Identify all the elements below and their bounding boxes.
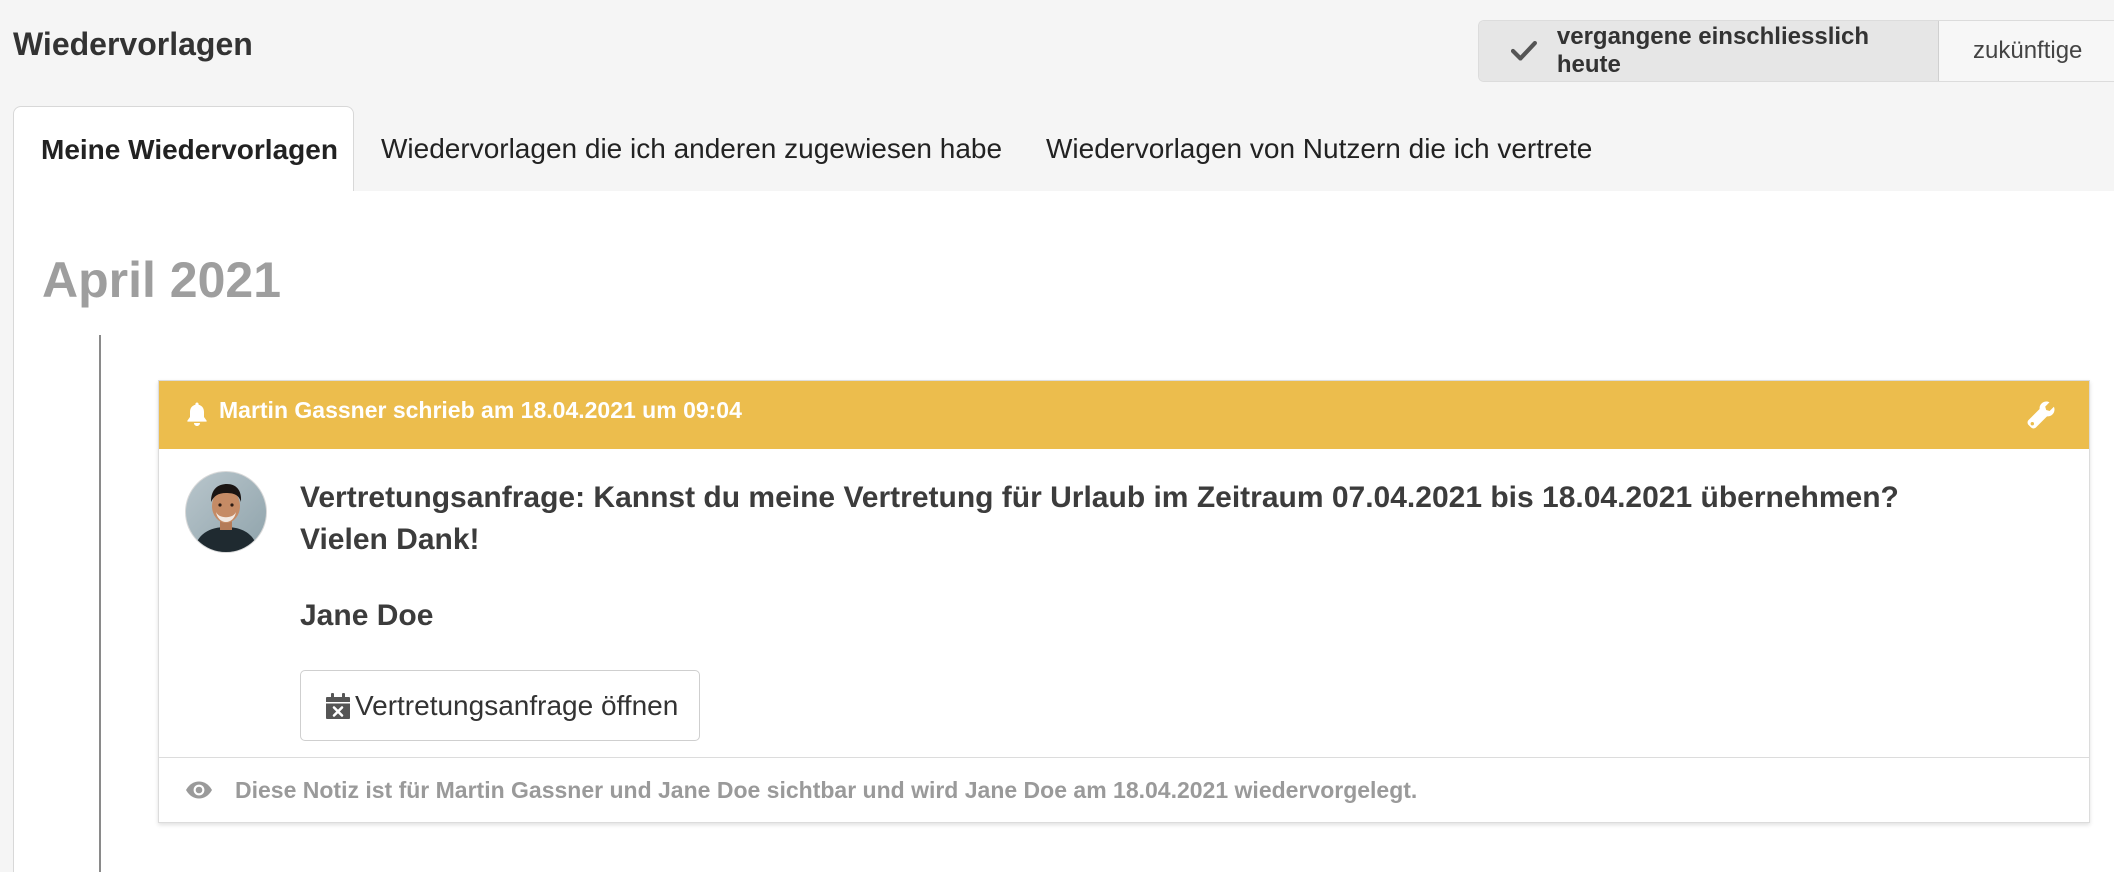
visibility-note: Diese Notiz ist für Martin Gassner und J…: [235, 776, 1418, 803]
filter-past-label: vergangene einschliesslich heute: [1556, 23, 1870, 78]
tab-assigned-to-others[interactable]: Wiedervorlagen die ich anderen zugewiese…: [381, 106, 1002, 192]
month-heading: April 2021: [42, 252, 282, 308]
date-filter-group: vergangene einschliesslich heute zukünft…: [1478, 20, 2114, 82]
tab-label: Wiedervorlagen von Nutzern die ich vertr…: [1046, 133, 1593, 164]
filter-future-label: zukünftige: [1973, 37, 2083, 64]
tab-label: Meine Wiedervorlagen: [41, 133, 338, 165]
open-substitution-request-button[interactable]: Vertretungsanfrage öffnen: [300, 670, 700, 741]
note-message: Vertretungsanfrage: Kannst du meine Vert…: [300, 477, 1899, 561]
note-signature: Jane Doe: [300, 599, 434, 632]
page-title: Wiedervorlagen: [13, 26, 253, 62]
card-footer: Diese Notiz ist für Martin Gassner und J…: [159, 757, 2089, 822]
followup-card: Martin Gassner schrieb am 18.04.2021 um …: [158, 380, 2090, 823]
bell-icon: [187, 402, 207, 426]
tab-bar: Meine Wiedervorlagen Wiedervorlagen die …: [13, 106, 2114, 193]
avatar-image: [186, 472, 266, 552]
eye-icon: [186, 781, 212, 799]
check-icon: [1511, 40, 1537, 61]
tab-my-followups[interactable]: Meine Wiedervorlagen: [13, 106, 354, 193]
card-author-line: Martin Gassner schrieb am 18.04.2021 um …: [219, 397, 742, 423]
filter-future-button[interactable]: zukünftige: [1939, 21, 2114, 81]
card-header: Martin Gassner schrieb am 18.04.2021 um …: [159, 381, 2089, 449]
note-message-line: Vielen Dank!: [300, 523, 480, 556]
tab-represented-users[interactable]: Wiedervorlagen von Nutzern die ich vertr…: [1046, 106, 1592, 192]
timeline-line: [99, 335, 101, 872]
wrench-icon[interactable]: [2025, 399, 2057, 431]
calendar-x-icon: [326, 692, 350, 719]
avatar: [186, 472, 266, 552]
filter-past-button[interactable]: vergangene einschliesslich heute: [1479, 21, 1939, 81]
note-message-line: Vertretungsanfrage: Kannst du meine Vert…: [300, 481, 1899, 514]
open-button-label: Vertretungsanfrage öffnen: [355, 689, 679, 721]
tab-label: Wiedervorlagen die ich anderen zugewiese…: [381, 133, 1003, 164]
tab-content-panel: April 2021 Martin Gassner schrieb am 18.…: [13, 191, 2114, 872]
